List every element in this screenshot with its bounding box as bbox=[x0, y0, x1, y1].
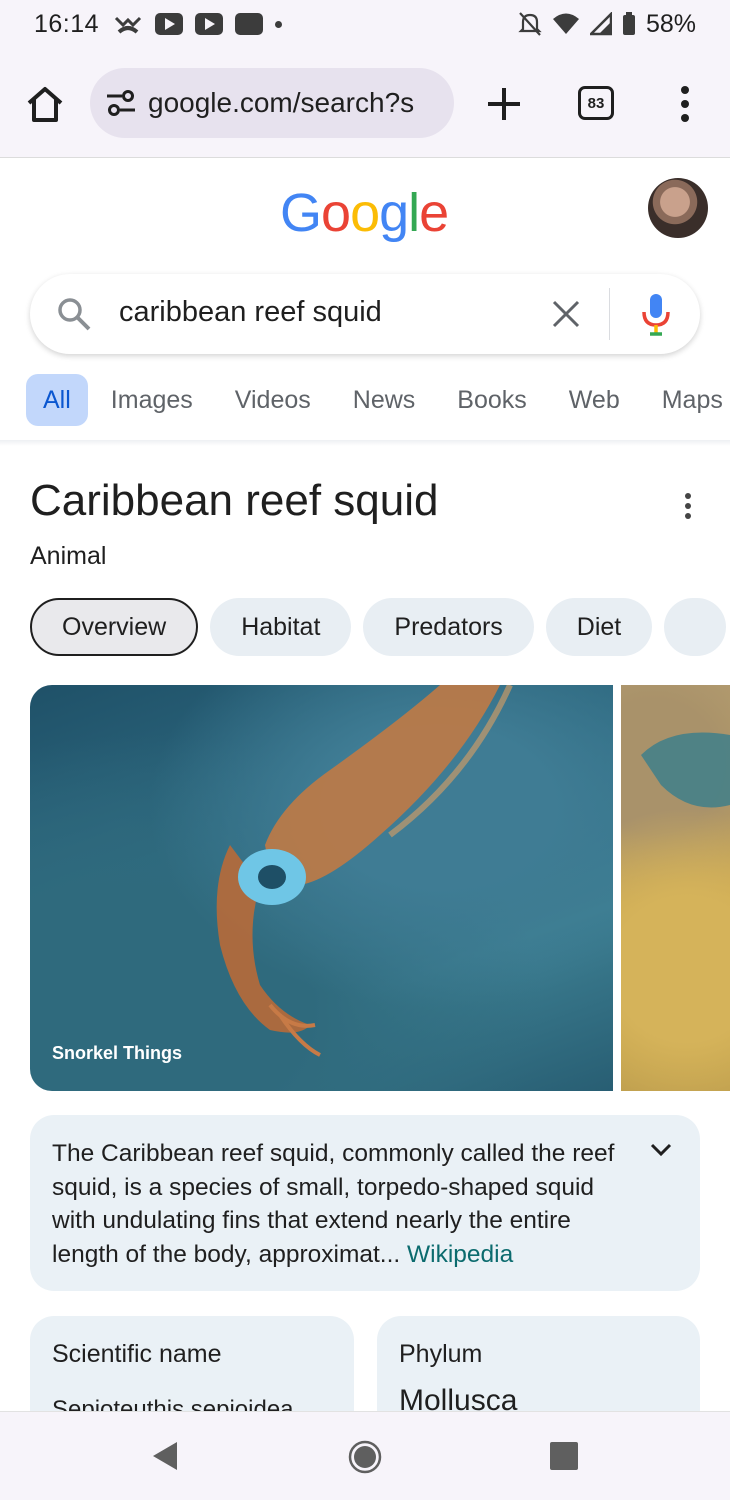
chip-habitat[interactable]: Habitat bbox=[210, 598, 352, 656]
site-settings-icon[interactable] bbox=[104, 86, 138, 120]
logo-letter: o bbox=[350, 183, 380, 243]
back-icon[interactable] bbox=[151, 1440, 179, 1472]
fact-label: Phylum bbox=[399, 1340, 483, 1368]
description-body: The Caribbean reef squid, commonly calle… bbox=[52, 1140, 615, 1268]
fact-label: Scientific name bbox=[52, 1340, 222, 1368]
logo-letter: G bbox=[280, 183, 322, 243]
microphone-icon[interactable] bbox=[640, 292, 672, 338]
logo-letter: o bbox=[321, 183, 351, 243]
chip-partial[interactable] bbox=[664, 598, 727, 656]
image-credit: Snorkel Things bbox=[52, 1043, 183, 1063]
tab-books[interactable]: Books bbox=[436, 374, 547, 426]
url-text[interactable]: google.com/search?s bbox=[148, 87, 414, 119]
clear-icon[interactable] bbox=[550, 298, 582, 330]
search-input[interactable]: caribbean reef squid bbox=[119, 296, 382, 329]
knowledge-panel-subtitle: Animal bbox=[30, 542, 107, 570]
more-options-icon[interactable] bbox=[676, 84, 694, 124]
home-circle-icon[interactable] bbox=[348, 1440, 382, 1474]
logo-letter: g bbox=[379, 183, 409, 243]
system-navigation-bar bbox=[0, 1411, 730, 1500]
description-ellipsis: ... bbox=[379, 1240, 408, 1268]
chip-diet[interactable]: Diet bbox=[545, 598, 653, 656]
description-text: The Caribbean reef squid, commonly calle… bbox=[52, 1137, 630, 1271]
tab-all[interactable]: All bbox=[26, 374, 88, 426]
search-tabs: All Images Videos News Books Web Maps bbox=[26, 374, 730, 426]
topic-chips: Overview Habitat Predators Diet bbox=[30, 598, 730, 658]
squid-illustration-2 bbox=[641, 732, 730, 808]
tab-news[interactable]: News bbox=[332, 374, 437, 426]
missed-call-icon bbox=[115, 16, 142, 34]
wikipedia-link[interactable]: Wikipedia bbox=[407, 1241, 513, 1268]
youtube-icon bbox=[155, 13, 184, 35]
wifi-icon bbox=[552, 13, 579, 34]
signal-icon bbox=[589, 12, 612, 36]
tab-maps[interactable]: Maps bbox=[641, 374, 730, 426]
chevron-down-icon[interactable] bbox=[650, 1143, 672, 1157]
status-bar: 16:14 58% bbox=[0, 0, 730, 48]
search-box[interactable]: caribbean reef squid bbox=[30, 274, 700, 354]
more-vert-icon[interactable] bbox=[682, 492, 694, 520]
battery-icon bbox=[622, 12, 635, 35]
squid-illustration bbox=[216, 685, 513, 1057]
new-tab-icon[interactable] bbox=[484, 84, 524, 124]
knowledge-panel-title: Caribbean reef squid bbox=[30, 476, 439, 525]
search-divider bbox=[609, 288, 610, 340]
battery-percentage: 58% bbox=[645, 9, 696, 38]
browser-toolbar: google.com/search?s 83 bbox=[0, 48, 730, 158]
chip-overview[interactable]: Overview bbox=[30, 598, 199, 656]
logo-letter: l bbox=[408, 183, 420, 243]
system-icons: 58% bbox=[518, 10, 696, 39]
tab-switcher-button[interactable]: 83 bbox=[578, 86, 614, 120]
chip-predators[interactable]: Predators bbox=[363, 598, 534, 656]
home-icon[interactable] bbox=[24, 84, 66, 126]
squid-image-2[interactable] bbox=[621, 685, 730, 1091]
tab-videos[interactable]: Videos bbox=[214, 374, 332, 426]
app-notification-icon bbox=[235, 13, 264, 35]
squid-image[interactable]: Snorkel Things bbox=[30, 685, 613, 1091]
more-notifications-icon bbox=[275, 20, 283, 28]
tab-images[interactable]: Images bbox=[90, 374, 214, 426]
notification-icons bbox=[113, 12, 283, 36]
account-avatar[interactable] bbox=[648, 178, 708, 238]
google-logo[interactable]: Google bbox=[280, 182, 449, 244]
tab-web[interactable]: Web bbox=[548, 374, 641, 426]
description-card[interactable]: The Caribbean reef squid, commonly calle… bbox=[30, 1115, 700, 1291]
youtube-icon-2 bbox=[195, 13, 224, 35]
recents-icon[interactable] bbox=[550, 1442, 578, 1470]
logo-letter: e bbox=[419, 183, 449, 243]
tabs-shadow bbox=[0, 440, 730, 446]
status-time: 16:14 bbox=[34, 9, 100, 38]
address-bar[interactable]: google.com/search?s bbox=[90, 68, 454, 138]
search-icon bbox=[58, 298, 91, 331]
screen: 16:14 58% google.com/search?s 83 Google bbox=[0, 0, 730, 1500]
do-not-disturb-icon bbox=[518, 12, 542, 36]
